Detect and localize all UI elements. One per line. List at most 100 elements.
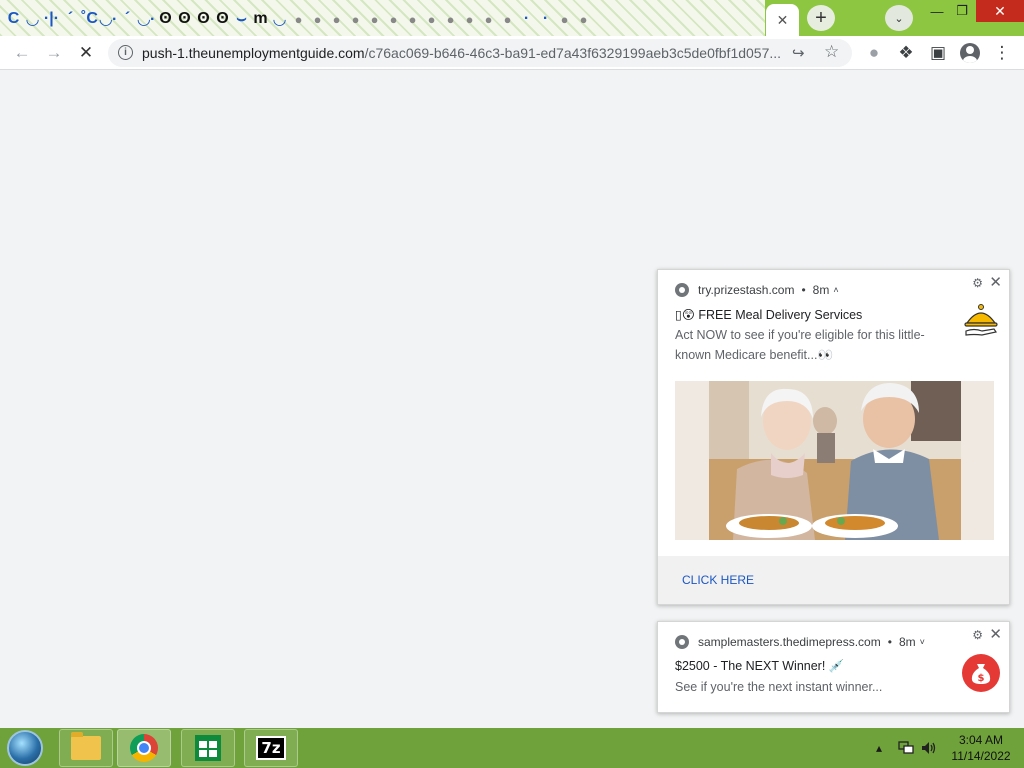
- tab-favicon[interactable]: ʘ: [213, 6, 232, 32]
- notification-header: samplemasters.thedimepress.com • 8m ˅: [675, 634, 925, 650]
- tab-favicon[interactable]: C: [4, 6, 23, 32]
- close-icon[interactable]: ✕: [989, 273, 1002, 291]
- new-tab-button[interactable]: +: [807, 5, 835, 31]
- tab-favicon[interactable]: ●: [555, 6, 574, 32]
- url-host: push-1.theunemploymentguide.com: [142, 45, 365, 61]
- tab-favicon[interactable]: ●: [574, 6, 593, 32]
- click-here-button[interactable]: CLICK HERE: [682, 573, 754, 587]
- taskbar-7zip[interactable]: 7z: [244, 729, 298, 767]
- browser-toolbar: ← → ✕ i push-1.theunemploymentguide.com/…: [0, 36, 1024, 70]
- notification-body: See if you're the next instant winner...: [675, 680, 883, 694]
- taskbar-file-explorer[interactable]: [59, 729, 113, 767]
- kebab-menu-icon: ⋮: [993, 43, 1011, 62]
- tab-favicon[interactable]: ●: [422, 6, 441, 32]
- taskbar-store[interactable]: [181, 729, 235, 767]
- arrow-right-icon: →: [45, 43, 63, 62]
- profile-button[interactable]: [958, 41, 982, 65]
- stop-loading-button[interactable]: ✕: [74, 41, 98, 65]
- collapse-caret-icon[interactable]: ˄: [833, 285, 838, 295]
- site-info-icon[interactable]: i: [118, 45, 133, 60]
- notification-header: try.prizestash.com • 8m ˄: [675, 282, 839, 298]
- volume-icon[interactable]: [921, 741, 937, 755]
- folder-icon: [71, 732, 101, 760]
- notification-card[interactable]: try.prizestash.com • 8m ˄ ⚙ ✕ ▯😲 FREE Me…: [657, 269, 1010, 605]
- tab-favicon[interactable]: ·|·: [42, 6, 61, 32]
- tab-strip: C ◡ ·|· ´ ˚C ◡· ´ ◡· ʘ ʘ ʘ ʘ ⌣ m ◡ ● ● ● ● ● ● ● ● ● ● ● ● · · ● ● ✕ +…: [0, 0, 1024, 36]
- side-panel-button[interactable]: ▣: [926, 41, 950, 65]
- extension-button[interactable]: ●: [862, 41, 886, 65]
- url-path: /c76ac069-b646-46c3-ba91-ed7a43f6329199a…: [364, 45, 782, 61]
- tab-favicon[interactable]: ●: [498, 6, 517, 32]
- expand-caret-icon[interactable]: ˅: [920, 637, 925, 647]
- extension-icon: ●: [868, 43, 880, 62]
- notification-origin: try.prizestash.com: [698, 283, 795, 297]
- close-icon: ✕: [78, 43, 94, 62]
- close-icon[interactable]: ✕: [989, 625, 1002, 643]
- notification-title: ▯😲 FREE Meal Delivery Services: [675, 308, 863, 322]
- clock-time: 3:04 AM: [958, 733, 1004, 747]
- start-button[interactable]: [7, 730, 43, 766]
- tab-favicon[interactable]: ●: [289, 6, 308, 32]
- active-tab[interactable]: ✕: [766, 4, 799, 36]
- avatar-icon: [960, 43, 980, 63]
- tab-favicon[interactable]: ʘ: [175, 6, 194, 32]
- chevron-down-icon: ⌄: [894, 12, 904, 25]
- network-icon[interactable]: [898, 741, 914, 755]
- notification-origin: samplemasters.thedimepress.com: [698, 635, 881, 649]
- tab-favicon[interactable]: ´: [118, 6, 137, 32]
- arrow-left-icon: ←: [13, 43, 31, 62]
- tab-favicon[interactable]: ·: [536, 6, 555, 32]
- share-icon[interactable]: ↪: [792, 44, 805, 62]
- forward-button[interactable]: →: [42, 41, 66, 65]
- tab-favicon[interactable]: ◡·: [137, 6, 156, 32]
- show-hidden-icons-button[interactable]: ▴: [876, 741, 882, 755]
- tab-favicon[interactable]: ʘ: [194, 6, 213, 32]
- tab-favicon[interactable]: ●: [460, 6, 479, 32]
- url-text[interactable]: push-1.theunemploymentguide.com/c76ac069…: [142, 45, 781, 61]
- notification-time: 8m: [898, 635, 916, 649]
- 7zip-icon: 7z: [256, 736, 286, 760]
- tab-favicon[interactable]: ◡·: [99, 6, 118, 32]
- tab-list: C ◡ ·|· ´ ˚C ◡· ´ ◡· ʘ ʘ ʘ ʘ ⌣ m ◡ ● ● ● ● ● ● ● ● ● ● ● ● · · ● ●: [4, 5, 593, 33]
- system-clock[interactable]: 3:04 AM 11/14/2022: [946, 732, 1016, 764]
- tab-favicon[interactable]: ●: [384, 6, 403, 32]
- side-panel-icon: ▣: [929, 43, 947, 62]
- tab-favicon[interactable]: ˚C: [80, 6, 99, 32]
- gear-icon[interactable]: ⚙: [972, 276, 983, 290]
- svg-text:$: $: [978, 673, 985, 684]
- maximize-button[interactable]: ❐: [950, 0, 974, 22]
- tab-favicon[interactable]: ◡: [23, 6, 42, 32]
- gear-icon[interactable]: ⚙: [972, 628, 983, 642]
- notification-actions: CLICK HERE: [658, 556, 1009, 604]
- bookmark-star-icon[interactable]: ☆: [824, 42, 839, 62]
- elderly-couple-eating-image: [675, 381, 994, 540]
- chrome-menu-button[interactable]: ⋮: [990, 41, 1014, 65]
- address-bar[interactable]: i push-1.theunemploymentguide.com/c76ac0…: [108, 39, 852, 67]
- tab-favicon[interactable]: ●: [441, 6, 460, 32]
- extensions-menu-button[interactable]: ❖: [894, 41, 918, 65]
- tab-favicon[interactable]: ʘ: [156, 6, 175, 32]
- tab-favicon[interactable]: ●: [327, 6, 346, 32]
- tab-favicon[interactable]: ·: [517, 6, 536, 32]
- tab-favicon[interactable]: ●: [365, 6, 384, 32]
- windows-taskbar: 7z ▴ 3:04 AM 11/14/2022: [0, 728, 1024, 768]
- notification-card[interactable]: samplemasters.thedimepress.com • 8m ˅ ⚙ …: [657, 621, 1010, 713]
- tab-favicon[interactable]: m: [251, 6, 270, 32]
- back-button[interactable]: ←: [10, 41, 34, 65]
- store-icon: [195, 735, 221, 761]
- tab-favicon[interactable]: ⌣: [232, 6, 251, 32]
- taskbar-chrome[interactable]: [117, 729, 171, 767]
- tab-favicon[interactable]: ●: [403, 6, 422, 32]
- chrome-icon: [675, 635, 689, 649]
- tab-search-button[interactable]: ⌄: [885, 5, 913, 31]
- tab-favicon[interactable]: ●: [346, 6, 365, 32]
- window-close-button[interactable]: ✕: [976, 0, 1024, 22]
- chrome-icon: [675, 283, 689, 297]
- minimize-button[interactable]: —: [925, 0, 949, 22]
- tab-favicon[interactable]: ´: [61, 6, 80, 32]
- close-icon[interactable]: ✕: [777, 12, 789, 29]
- tab-favicon[interactable]: ●: [479, 6, 498, 32]
- tab-favicon[interactable]: ◡: [270, 6, 289, 32]
- tab-favicon[interactable]: ●: [308, 6, 327, 32]
- chrome-icon: [130, 734, 158, 762]
